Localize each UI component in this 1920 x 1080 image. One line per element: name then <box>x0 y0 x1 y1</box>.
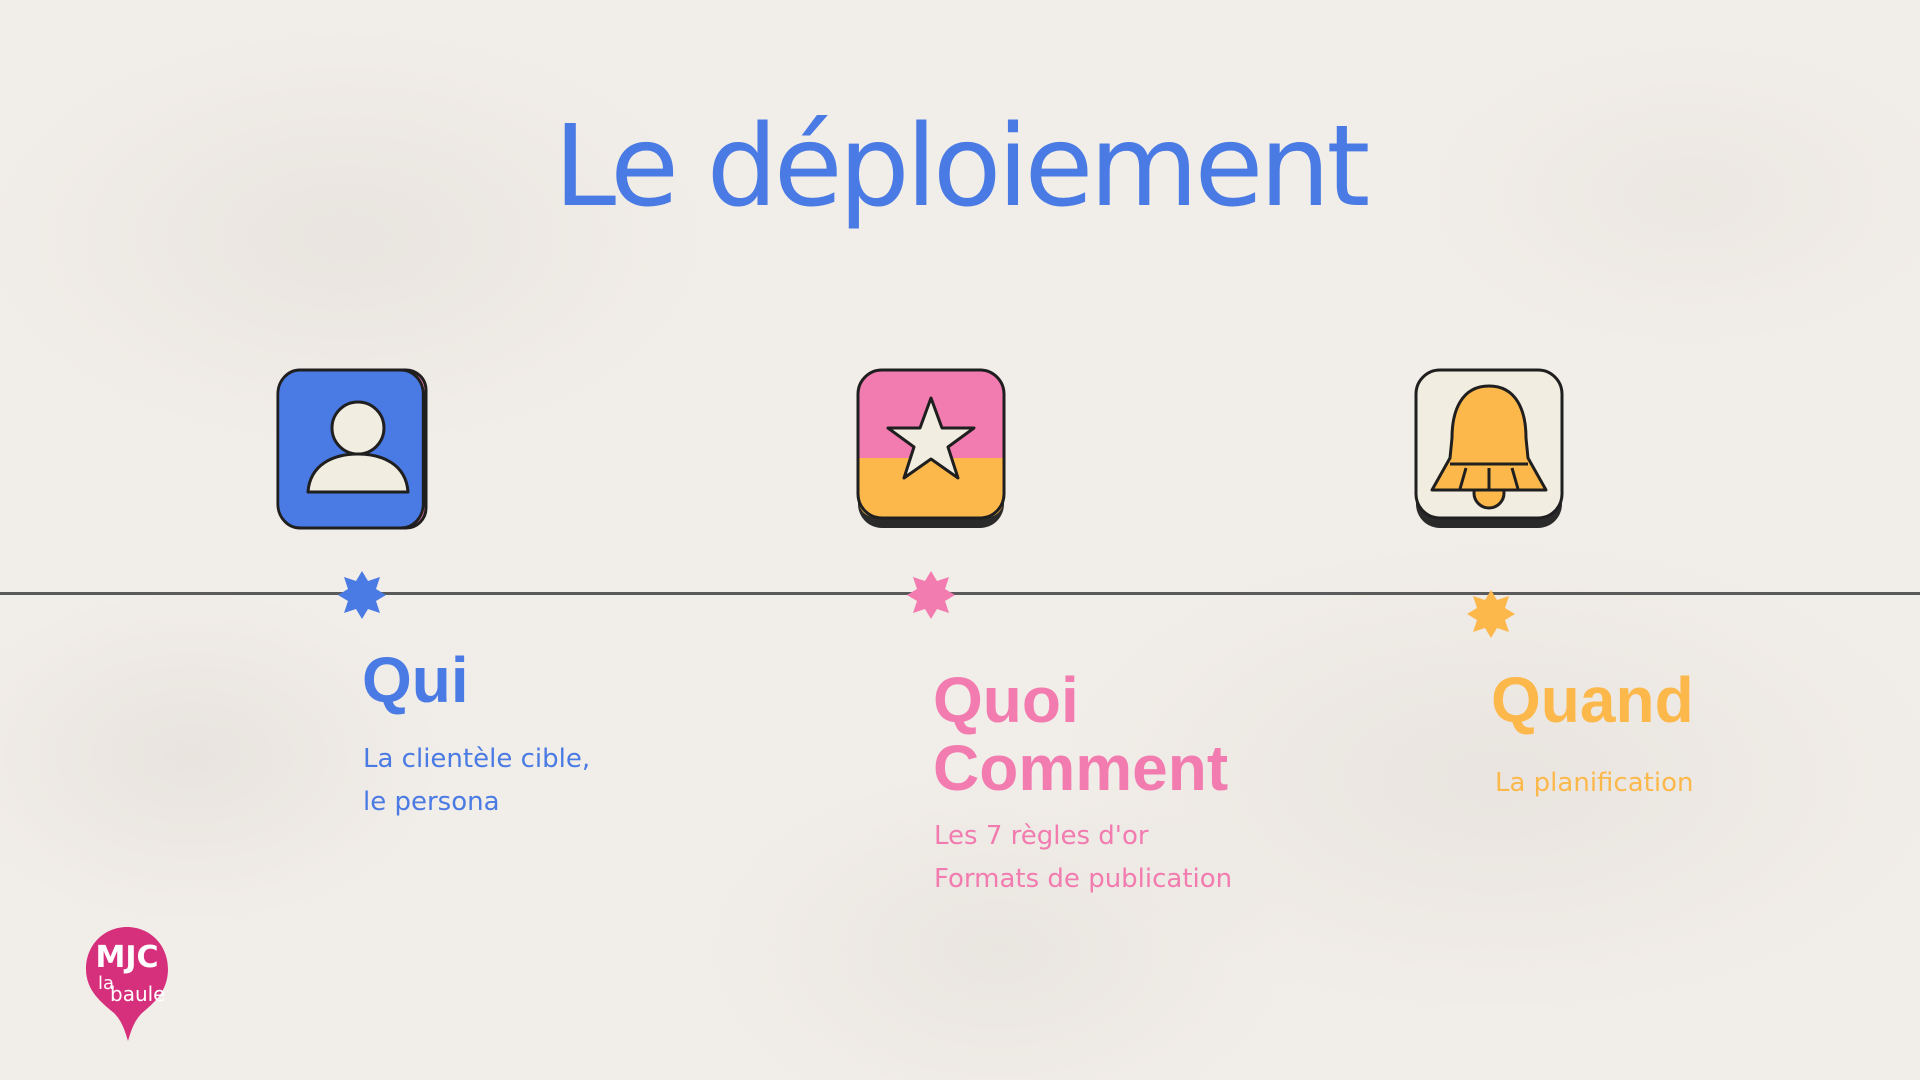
description-line: le persona <box>363 787 500 817</box>
column-description-quand: La planification <box>1495 762 1693 805</box>
column-heading-qui: Qui <box>362 644 469 716</box>
heading-line: Comment <box>933 732 1229 804</box>
description-line: La clientèle cible, <box>363 744 591 774</box>
description-line: Formats de publication <box>934 864 1233 894</box>
logo-text-line1: MJC <box>95 940 158 975</box>
description-line: La planification <box>1495 768 1694 798</box>
star-icon <box>856 368 1006 528</box>
slide-title: Le déploiement <box>553 102 1371 232</box>
mjc-la-baule-logo: MJC la baule <box>86 927 168 1041</box>
column-heading-quoi-comment: Quoi Comment <box>933 666 1228 802</box>
description-line: Les 7 règles d'or <box>934 821 1149 851</box>
timeline-line <box>0 592 1920 595</box>
column-heading-quand: Quand <box>1491 664 1694 736</box>
blue-star-burst-icon <box>338 571 386 619</box>
column-description-quoi-comment: Les 7 règles d'or Formats de publication <box>934 815 1232 901</box>
column-description-qui: La clientèle cible, le persona <box>363 738 590 824</box>
orange-star-burst-icon <box>1467 590 1515 638</box>
heading-line: Quoi <box>933 664 1079 736</box>
pink-star-burst-icon <box>907 571 955 619</box>
contact-book-icon <box>276 368 428 530</box>
logo-text-line3: baule <box>110 982 166 1006</box>
bell-icon <box>1414 368 1564 528</box>
